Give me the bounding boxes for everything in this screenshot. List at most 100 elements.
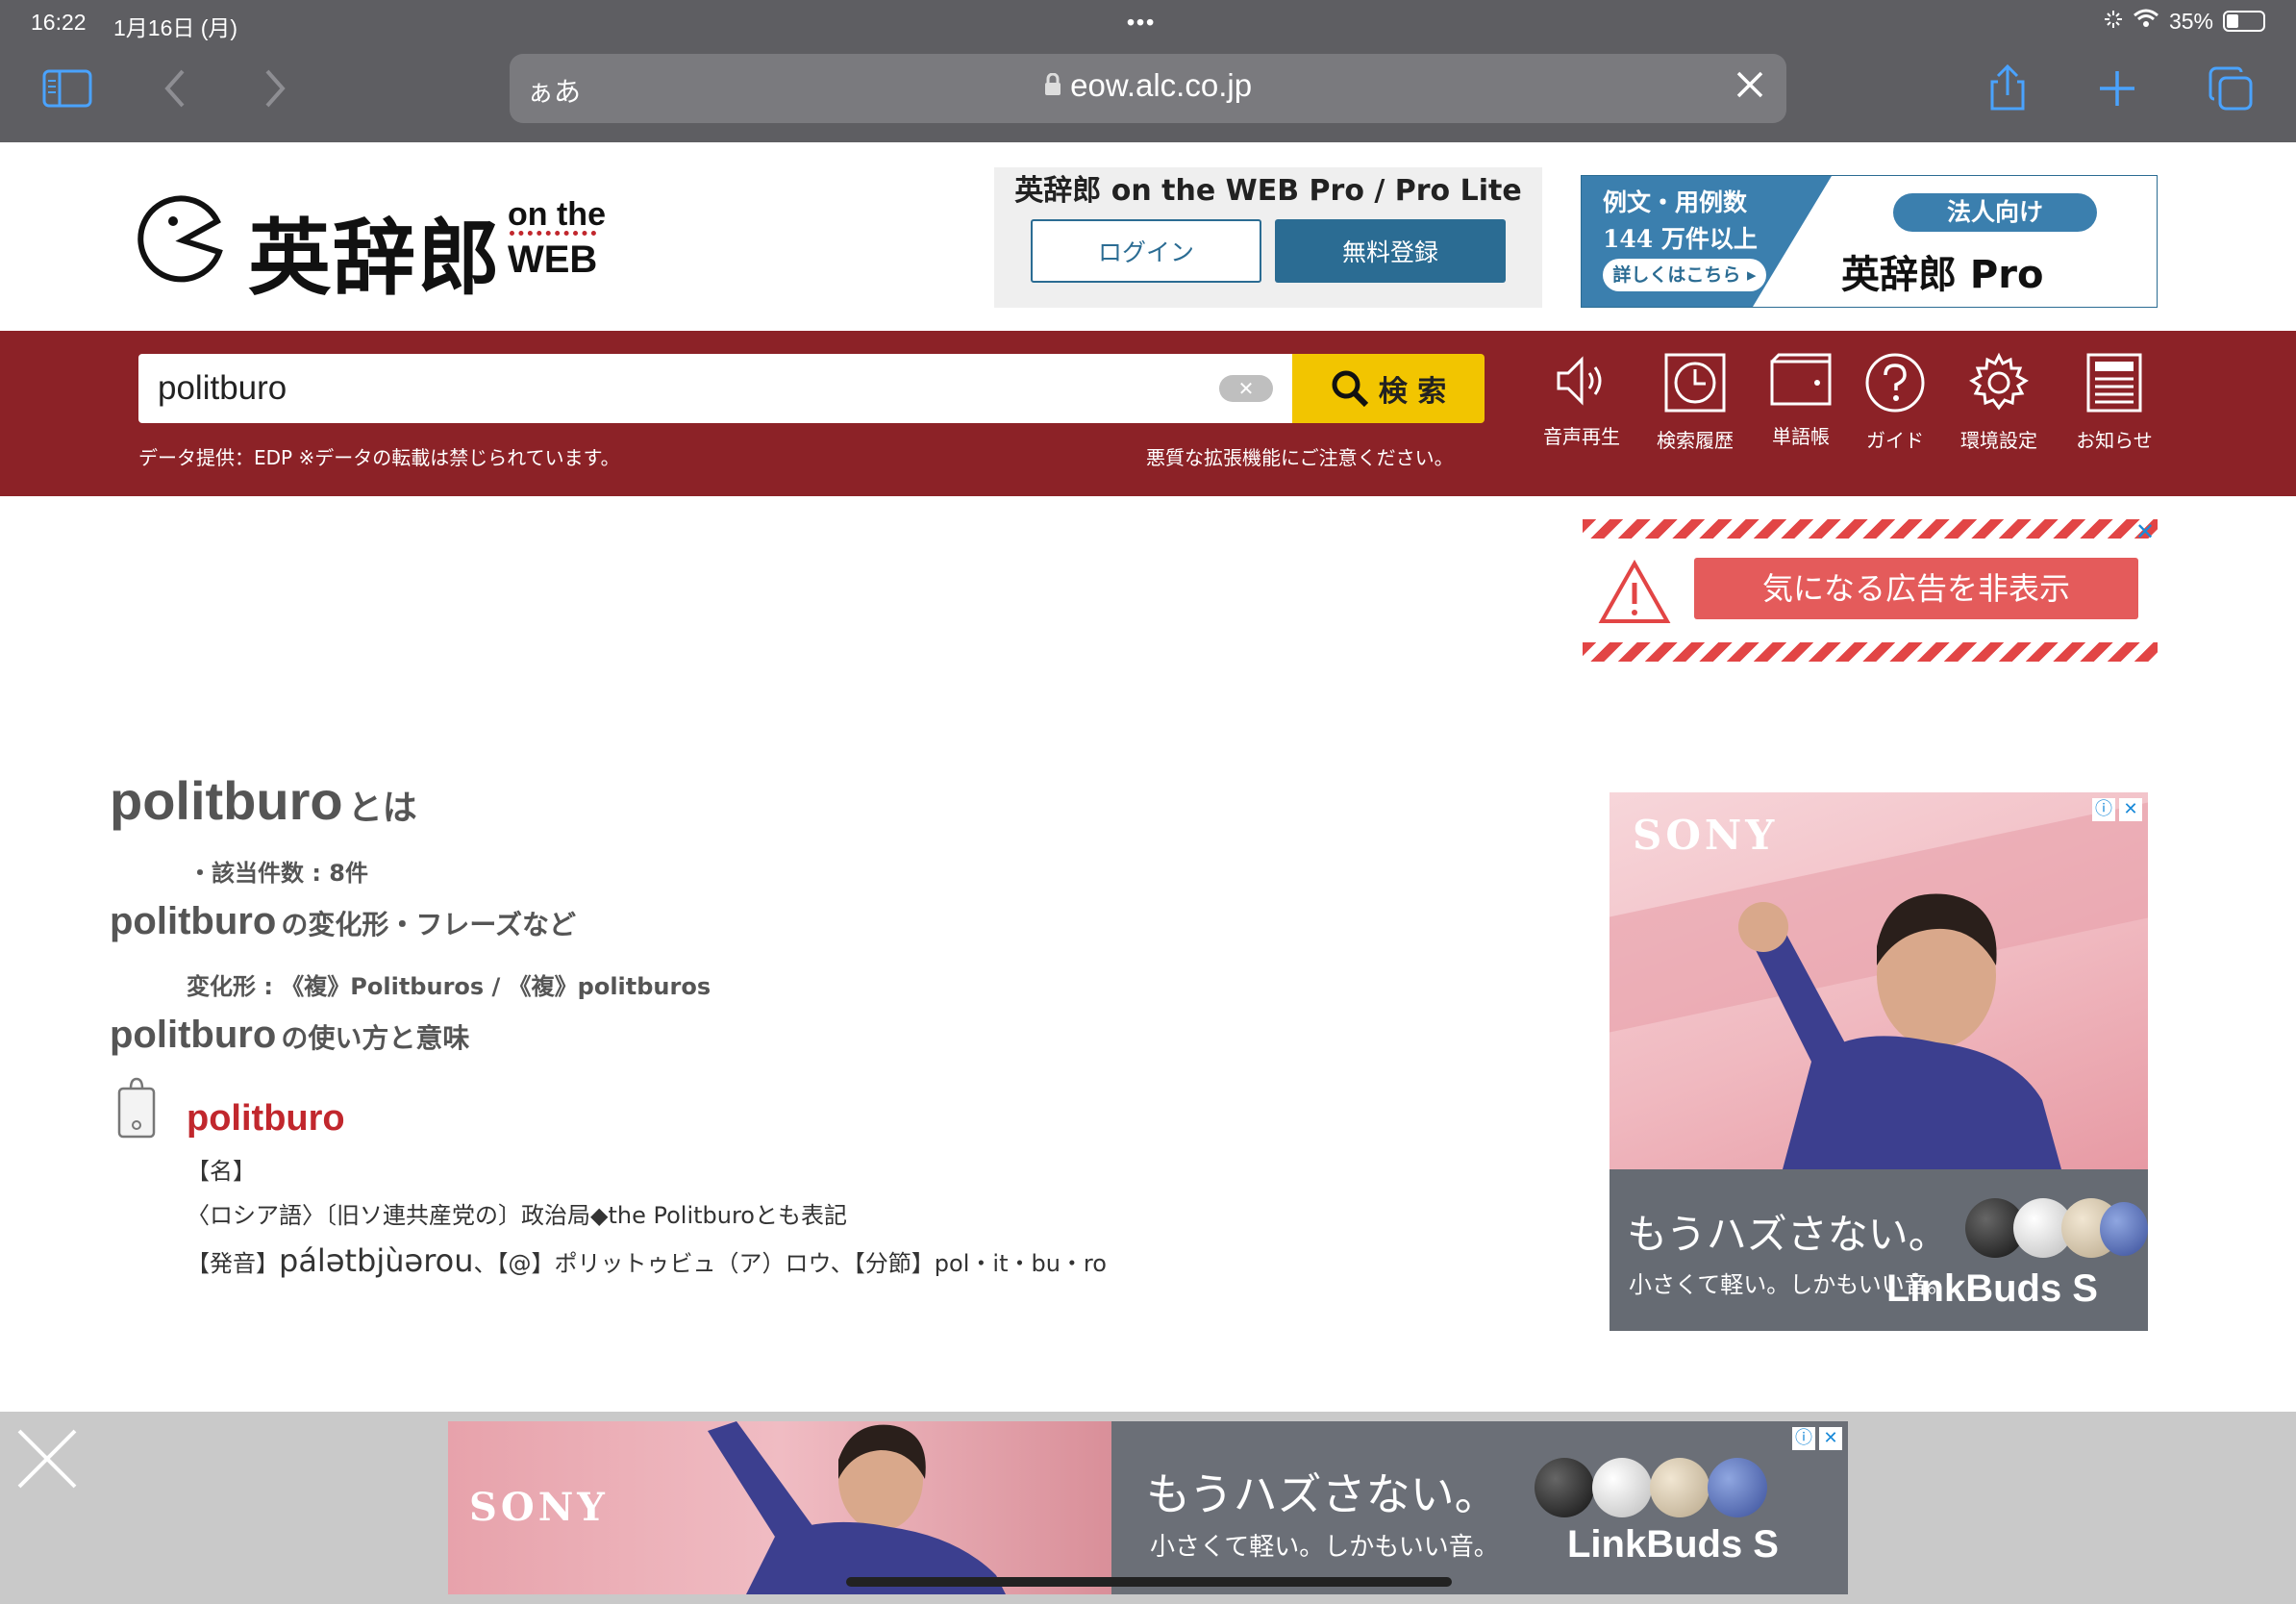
register-button[interactable]: 無料登録 [1275,219,1506,283]
warning-icon [1598,560,1671,623]
clear-url-icon[interactable] [1734,69,1765,104]
tool-audio[interactable]: 音声再生 [1529,352,1635,467]
status-indicators: 35% [2104,8,2265,35]
gear-icon [1969,352,2029,411]
multitasking-dots[interactable]: ••• [1127,10,1156,36]
ad-person-image [708,1421,1006,1594]
bottom-ad-bar: SONY もうハズさない。 小さくて軽い。しかもいい音。 LinkBuds S … [0,1412,2296,1604]
logo-text: 英辞郎 [248,211,502,307]
search-input[interactable] [158,367,1167,410]
side-ad[interactable]: SONY もうハズさない。 小さくて軽い。しかもいい音。 LinkBuds S … [1610,792,2148,1331]
ad-brand: SONY [469,1485,609,1530]
banner-line2: 144 万件以上 [1603,225,1758,253]
home-indicator[interactable] [846,1577,1452,1587]
tool-settings[interactable]: 環境設定 [1946,352,2052,467]
wordbook-icon [1770,353,1832,406]
ad-photo: SONY [1610,792,2148,1169]
pron-rest: 、【@】ポリットゥビュ（ア）ロウ、【分節】pol・it・bu・ro [473,1250,1107,1277]
ad-close-icon[interactable]: ✕ [2119,798,2142,821]
status-date: 1月16日 (月) [113,15,238,40]
ad-close-icon[interactable]: ✕ [1819,1427,1842,1450]
ad-product-name: LinkBuds S [1566,1523,1779,1566]
ad-info-icon[interactable]: ⓘ [1792,1427,1815,1450]
tool-label: 環境設定 [1960,429,2037,452]
section-usage-heading: politburo の使い方と意味 [110,1014,469,1057]
close-icon[interactable]: ✕ [2133,519,2158,544]
back-icon[interactable] [146,60,204,117]
close-icon[interactable] [15,1427,79,1491]
section-suffix: の変化形・フレーズなど [281,909,576,940]
tool-label: 音声再生 [1543,425,1620,448]
forward-icon[interactable] [246,60,304,117]
tool-history[interactable]: 検索履歴 [1642,352,1748,467]
url-text: eow.alc.co.jp [1070,67,1253,103]
ad-choices[interactable]: ⓘ ✕ [1792,1427,1842,1450]
bottom-ad-copy-panel: もうハズさない。 小さくて軽い。しかもいい音。 LinkBuds S [1111,1421,1848,1594]
ad-person-image [1738,893,2061,1169]
ad-headline: もうハズさない。 [1627,1211,1949,1258]
earbud-black-icon [1535,1458,1594,1517]
bottom-ad[interactable]: SONY もうハズさない。 小さくて軽い。しかもいい音。 LinkBuds S … [448,1421,1848,1594]
entry-headword: politburo [187,1098,345,1139]
pron-label: 【発音】 [187,1250,279,1277]
section-word: politburo [110,1014,277,1056]
banner-line1: 例文・用例数 [1603,188,1748,216]
ad-product-name: LinkBuds S [1885,1267,2098,1310]
title-word: politburo [110,770,343,831]
earbud-blue-icon [1708,1458,1767,1517]
section-forms-heading: politburo の変化形・フレーズなど [110,900,576,943]
pron-ipa: pálətbjùərou [279,1242,474,1279]
sidebar-icon[interactable] [38,60,96,117]
status-time: 16:22 [31,10,87,35]
new-tab-icon[interactable] [2088,60,2146,117]
tabs-icon[interactable] [2202,60,2259,117]
ad-choices[interactable]: ⓘ ✕ [2092,798,2142,821]
tool-label: 検索履歴 [1657,429,1734,452]
login-button[interactable]: ログイン [1031,219,1261,283]
pacman-logo-icon [137,195,223,283]
title-suffix: とは [347,789,417,828]
inflected-forms: 変化形 : 《複》Politburos / 《複》politburos [187,973,711,1000]
site-logo[interactable]: 英辞郎 on the WEB [137,185,608,307]
url-display[interactable]: eow.alc.co.jp [510,67,1786,104]
battery-icon [2223,11,2265,32]
earbud-blue-icon [2100,1202,2148,1256]
search-icon [1332,370,1368,408]
stripe-bottom [1583,642,2158,662]
entry-definition: 〈ロシア語〉〔旧ソ連共産党の〕政治局◆the Politburoとも表記 [187,1202,847,1229]
pro-banner-ad[interactable]: 例文・用例数 144 万件以上 詳しくはこちら ▸ 法人向け 英辞郎 Pro [1581,175,2158,308]
banner-tag: 法人向け [1893,193,2097,232]
page-title: politburo とは [110,769,417,832]
share-icon[interactable] [1979,60,2036,117]
tool-label: 単語帳 [1772,425,1830,448]
stripe-top [1583,519,2158,539]
banner-more-link[interactable]: 詳しくはこちら ▸ [1603,259,1766,291]
tool-wordbook[interactable]: 単語帳 [1748,352,1854,467]
activity-icon [2104,9,2123,35]
tool-news[interactable]: お知らせ [2061,352,2167,467]
speaker-icon [1557,356,1602,406]
search-bar: ✕ 検 索 データ提供：EDP ※データの転載は禁じられています。 悪質な拡張機… [0,331,2296,496]
site-header: 英辞郎 on the WEB 英辞郎 on the WEB Pro / Pro … [0,142,2296,331]
tool-label: お知らせ [2076,429,2153,452]
hide-ad-button[interactable]: 気になる広告を非表示 [1694,558,2138,619]
data-provider-note: データ提供：EDP ※データの転載は禁じられています。 [138,446,620,469]
extension-warning-note[interactable]: 悪質な拡張機能にご注意ください。 [1146,442,1454,470]
ad-info-icon[interactable]: ⓘ [2092,798,2115,821]
search-button[interactable]: 検 索 [1292,354,1485,423]
section-word: politburo [110,900,277,942]
history-icon [1664,353,1726,413]
bottom-ad-photo: SONY [448,1421,1111,1594]
address-bar[interactable]: ぁあ eow.alc.co.jp [510,54,1786,123]
search-button-label: 検 索 [1378,375,1447,409]
add-to-wordbook-icon[interactable] [117,1077,160,1140]
banner-left-panel: 例文・用例数 144 万件以上 詳しくはこちら ▸ [1582,176,1832,307]
ad-subline: 小さくて軽い。しかもいい音。 [1150,1533,1499,1562]
tool-guide[interactable]: ガイド [1842,352,1948,467]
ad-copy-panel: もうハズさない。 小さくて軽い。しかもいい音。 LinkBuds S [1610,1169,2148,1331]
hide-ad-notice: 気になる広告を非表示 ✕ [1583,519,2158,662]
logo-dots [510,231,596,236]
entry-pronunciation: 【発音】pálətbjùərou、【@】ポリットゥビュ（ア）ロウ、【分節】pol… [187,1242,1107,1279]
search-clear-button[interactable]: ✕ [1219,375,1273,402]
section-suffix: の使い方と意味 [281,1022,470,1054]
